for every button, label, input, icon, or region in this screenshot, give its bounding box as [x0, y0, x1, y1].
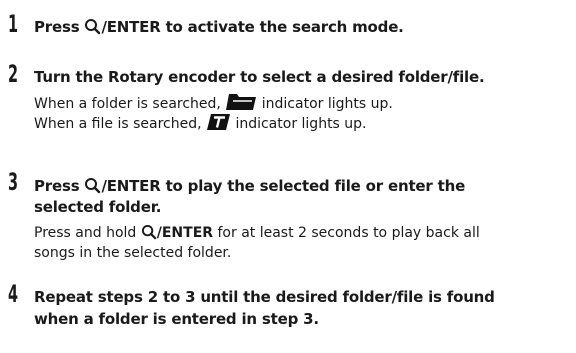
rotary-encoder-term: Rotary encoder [108, 68, 236, 86]
step-2-desc-2-post: indicator lights up. [231, 116, 367, 132]
step-number-3: 3 [8, 168, 19, 196]
step-2-desc-1-post: indicator lights up. [257, 96, 393, 112]
step-3-desc-pre: Press and hold [34, 225, 141, 241]
step-3-desc-key-enter: /ENTER [156, 225, 214, 241]
step-3-title-line-2: selected folder. [34, 198, 162, 216]
step-1-title-pre: Press [34, 18, 85, 36]
step-3-desc-post: for at least 2 seconds to play back all [213, 225, 480, 241]
step-1-key-enter: /ENTER [101, 18, 161, 36]
step-number-1: 1 [8, 10, 19, 38]
search-icon [84, 18, 101, 40]
file-icon [206, 113, 231, 138]
search-icon [84, 177, 101, 199]
step-4-title-line-1: Repeat steps 2 to 3 until the desired fo… [34, 288, 495, 306]
step-2-title-pre: Turn the [34, 68, 109, 86]
step-2-title-post: to select a desired folder/file. [235, 68, 485, 86]
step-3-desc-line-2: songs in the selected folder. [34, 245, 232, 261]
step-2-desc-line-2: When a file is searched, indicator light… [34, 113, 367, 138]
step-number-2: 2 [8, 60, 19, 88]
step-3-title-line-1: Press /ENTER to play the selected file o… [34, 176, 465, 199]
step-number-4: 4 [8, 280, 19, 308]
step-3-title-pre: Press [34, 177, 85, 195]
step-2-desc-1-pre: When a folder is searched, [34, 96, 226, 112]
step-3-title-post: to play the selected file or enter the [160, 177, 466, 195]
step-1-title: Press /ENTER to activate the search mode… [34, 17, 404, 40]
step-2-title: Turn the Rotary encoder to select a desi… [34, 67, 485, 87]
step-2-desc-2-pre: When a file is searched, [34, 116, 206, 132]
step-3-key-enter: /ENTER [101, 177, 161, 195]
step-1-title-post: to activate the search mode. [160, 18, 404, 36]
step-4-title-line-2: when a folder is entered in step 3. [34, 310, 319, 328]
